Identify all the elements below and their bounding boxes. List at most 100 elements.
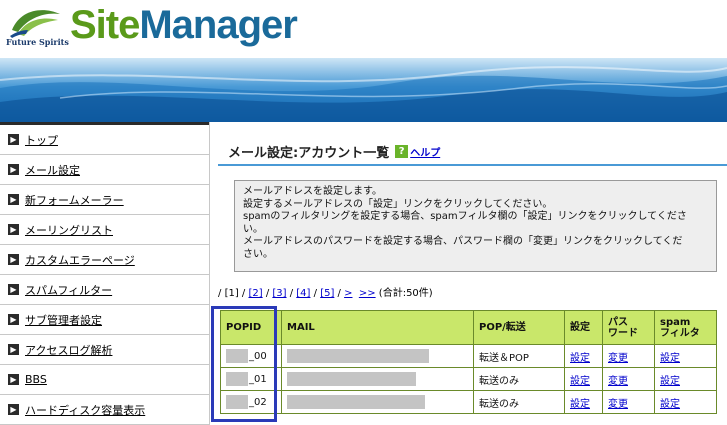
sidebar-item-label[interactable]: BBS (25, 373, 47, 386)
table-header-row: POPID MAIL POP/転送 設定 パス ワード spam フィルタ (220, 310, 717, 345)
arrow-right-icon: ▶ (8, 194, 19, 205)
sidebar-item-label[interactable]: サブ管理者設定 (25, 312, 102, 328)
cell-pop: 転送のみ (473, 390, 565, 414)
cell-setting: 設定 (564, 367, 603, 391)
brand-tagline: Future Spirits (6, 37, 69, 47)
pager-last[interactable]: >> (359, 288, 376, 299)
cell-spam: 設定 (654, 390, 717, 414)
password-change-link[interactable]: 変更 (608, 376, 628, 387)
cell-setting: 設定 (564, 390, 603, 414)
arrow-right-icon: ▶ (8, 254, 19, 265)
cell-popid: _01 (220, 367, 282, 391)
cell-password: 変更 (602, 367, 655, 391)
sidebar-item-label[interactable]: スパムフィルター (25, 282, 112, 298)
pager-link-4[interactable]: [4] (296, 288, 310, 299)
col-header-mail: MAIL (281, 310, 474, 345)
sidebar-item-mail-settings[interactable]: ▶ メール設定 (0, 155, 209, 185)
redaction-mask (226, 372, 248, 386)
title-divider (218, 164, 727, 166)
cell-pop: 転送＆POP (473, 344, 565, 368)
cell-mail (281, 367, 474, 391)
sidebar-item-top[interactable]: ▶ トップ (0, 122, 209, 155)
cell-spam: 設定 (654, 344, 717, 368)
account-table: POPID MAIL POP/転送 設定 パス ワード spam フィルタ _00 … (220, 310, 717, 414)
help-icon[interactable]: ? (395, 145, 409, 158)
password-change-link[interactable]: 変更 (608, 399, 628, 410)
app-title-site: Site (70, 3, 140, 47)
cell-pop: 転送のみ (473, 367, 565, 391)
setting-link[interactable]: 設定 (570, 353, 590, 364)
sidebar-item-label[interactable]: ハードディスク容量表示 (25, 402, 145, 418)
redaction-mask (287, 349, 429, 363)
banner-wave-graphic (0, 66, 727, 122)
col-header-spam: spam フィルタ (654, 310, 717, 345)
cell-mail (281, 390, 474, 414)
spam-setting-link[interactable]: 設定 (660, 353, 680, 364)
arrow-right-icon: ▶ (8, 134, 19, 145)
arrow-right-icon: ▶ (8, 224, 19, 235)
page-title-row: メール設定:アカウント一覧 ? ヘルプ (228, 142, 440, 161)
sidebar-item-label[interactable]: メール設定 (25, 162, 80, 178)
sidebar-item-disk-usage[interactable]: ▶ ハードディスク容量表示 (0, 395, 209, 425)
sidebar-item-sub-admin[interactable]: ▶ サブ管理者設定 (0, 305, 209, 335)
sidebar-item-mailing-list[interactable]: ▶ メーリングリスト (0, 215, 209, 245)
sidebar-item-bbs[interactable]: ▶ BBS (0, 365, 209, 395)
info-line: spamのフィルタリングを設定する場合、spamフィルタ欄の「設定」リンクをクリ… (243, 211, 687, 222)
sidebar-item-label[interactable]: メーリングリスト (25, 222, 113, 238)
sidebar-item-label[interactable]: カスタムエラーページ (25, 252, 135, 268)
redaction-mask (226, 349, 248, 363)
header-banner (0, 58, 727, 122)
col-header-password-line2: ワード (608, 327, 638, 339)
pagination: / [1] / [2] / [3] / [4] / [5] / > >> (合計… (218, 288, 433, 299)
pager-link-2[interactable]: [2] (248, 288, 262, 299)
sidebar-item-access-log[interactable]: ▶ アクセスログ解析 (0, 335, 209, 365)
info-box: メールアドレスを設定します。 設定するメールアドレスの「設定」リンクをクリックし… (234, 180, 717, 272)
col-header-spam-line2: フィルタ (660, 327, 700, 339)
col-header-password: パス ワード (602, 310, 655, 345)
setting-link[interactable]: 設定 (570, 399, 590, 410)
table-row: _01 転送のみ 設定 変更 設定 (220, 367, 717, 391)
table-row: _00 転送＆POP 設定 変更 設定 (220, 344, 717, 368)
info-line: 設定するメールアドレスの「設定」リンクをクリックしてください。 (243, 198, 553, 210)
cell-popid: _00 (220, 344, 282, 368)
arrow-right-icon: ▶ (8, 314, 19, 325)
redaction-mask (287, 372, 416, 386)
cell-setting: 設定 (564, 344, 603, 368)
sidebar-item-label[interactable]: トップ (25, 132, 58, 148)
cell-password: 変更 (602, 344, 655, 368)
pager-link-3[interactable]: [3] (272, 288, 286, 299)
app-title: SiteManager (70, 3, 298, 48)
col-header-password-line1: パス (608, 316, 628, 328)
cell-mail (281, 344, 474, 368)
future-spirits-logo-icon (10, 10, 60, 38)
sidebar-item-spam-filter[interactable]: ▶ スパムフィルター (0, 275, 209, 305)
arrow-right-icon: ▶ (8, 164, 19, 175)
info-line: さい。 (243, 248, 273, 260)
sidebar-item-custom-error-page[interactable]: ▶ カスタムエラーページ (0, 245, 209, 275)
password-change-link[interactable]: 変更 (608, 353, 628, 364)
sidebar-item-form-mailer[interactable]: ▶ 新フォームメーラー (0, 185, 209, 215)
popid-suffix: _00 (249, 351, 267, 362)
info-line: い。 (243, 223, 263, 235)
pager-link-5[interactable]: [5] (320, 288, 334, 299)
table-row: _02 転送のみ 設定 変更 設定 (220, 390, 717, 414)
sidebar-item-label[interactable]: アクセスログ解析 (25, 342, 112, 358)
sidebar-nav: ▶ トップ ▶ メール設定 ▶ 新フォームメーラー ▶ メーリングリスト ▶ カスタムエラ… (0, 122, 210, 425)
col-header-spam-line1: spam (660, 316, 691, 328)
cell-popid: _02 (220, 390, 282, 414)
sidebar-item-label[interactable]: 新フォームメーラー (25, 192, 124, 208)
app-title-manager: Manager (139, 3, 297, 47)
arrow-right-icon: ▶ (8, 284, 19, 295)
info-line: メールアドレスを設定します。 (243, 186, 382, 197)
popid-suffix: _02 (249, 397, 267, 408)
redaction-mask (287, 395, 425, 409)
help-link[interactable]: ヘルプ (410, 144, 440, 159)
spam-setting-link[interactable]: 設定 (660, 376, 680, 387)
info-line: メールアドレスのパスワードを設定する場合、パスワード欄の「変更」リンクをクリック… (243, 236, 683, 247)
cell-password: 変更 (602, 390, 655, 414)
spam-setting-link[interactable]: 設定 (660, 399, 680, 410)
arrow-right-icon: ▶ (8, 344, 19, 355)
setting-link[interactable]: 設定 (570, 376, 590, 387)
pager-current: [1] (224, 288, 239, 299)
col-header-setting: 設定 (564, 310, 603, 345)
